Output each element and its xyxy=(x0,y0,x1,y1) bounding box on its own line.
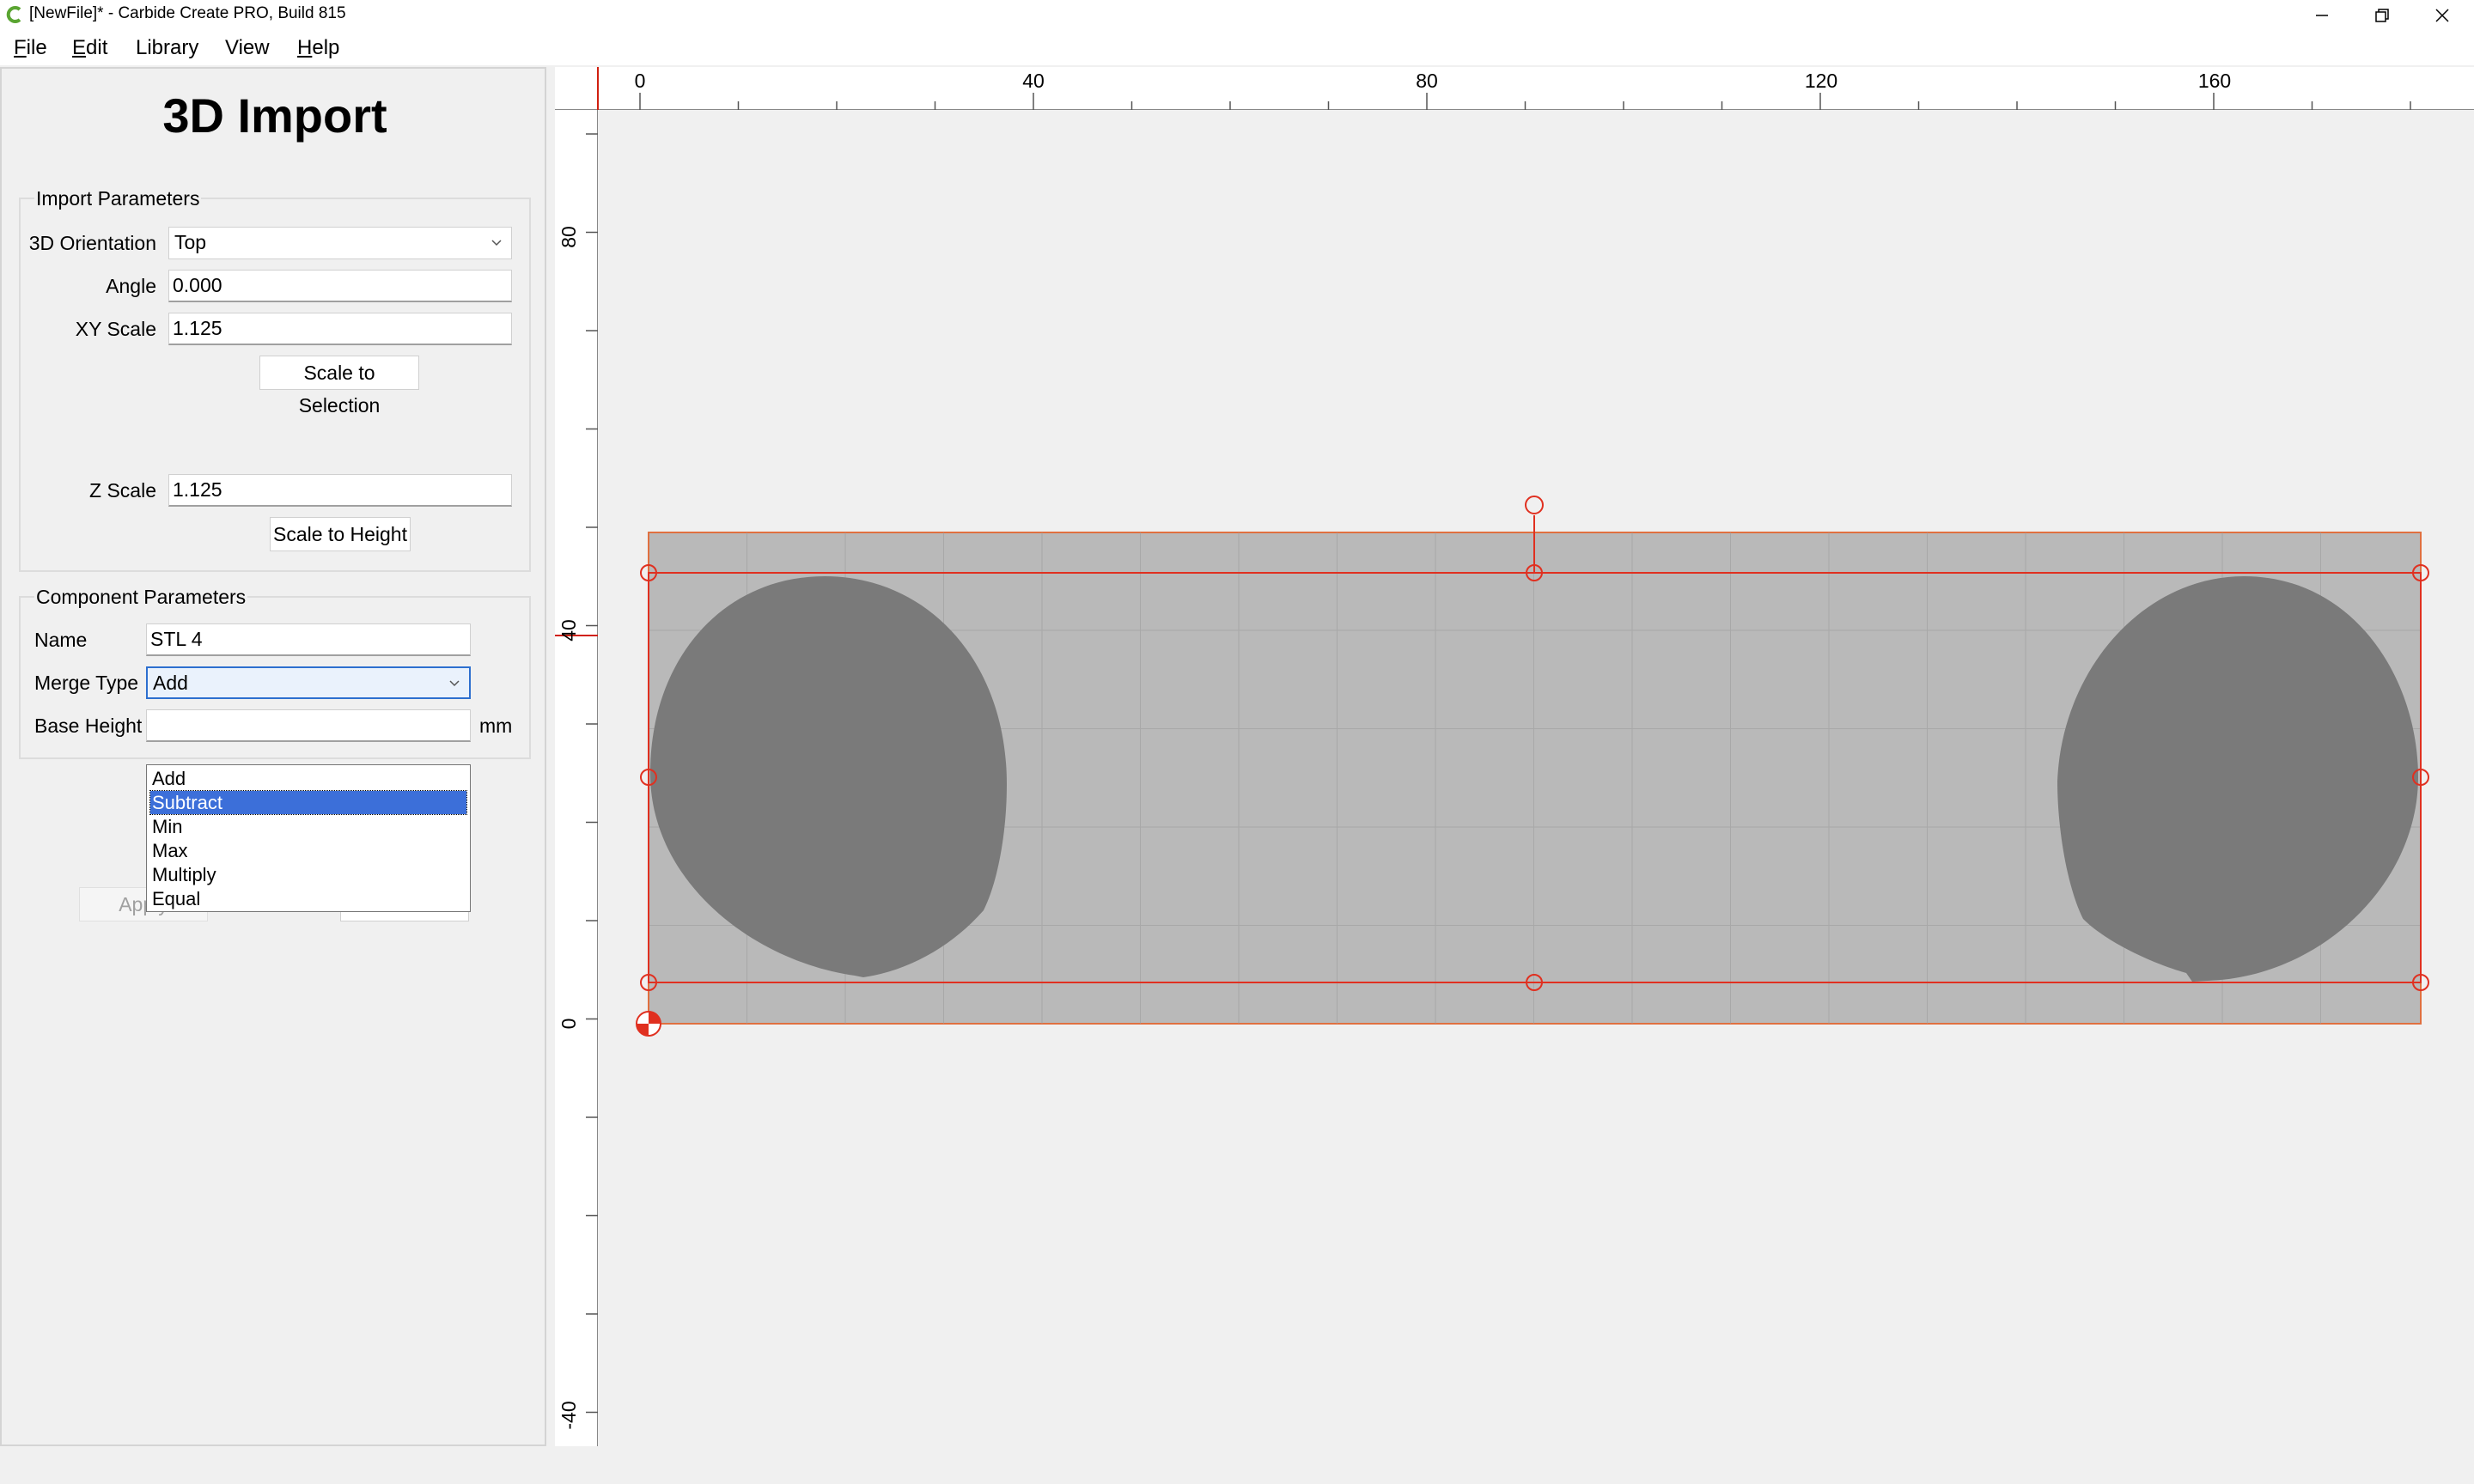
left-tick-label-80: 80 xyxy=(558,226,580,248)
merge-option-subtract[interactable]: Subtract xyxy=(149,790,467,815)
restore-button[interactable] xyxy=(2352,0,2412,31)
left-tick-label-40: 40 xyxy=(558,619,580,642)
orientation-select[interactable]: Top xyxy=(168,227,512,259)
merge-type-select[interactable]: Add xyxy=(146,666,471,699)
merge-option-multiply[interactable]: Multiply xyxy=(150,863,466,886)
merge-type-value: Add xyxy=(153,672,188,694)
left-ruler-ticks: 80 40 0 -40 xyxy=(555,133,598,1430)
design-canvas[interactable] xyxy=(599,110,2474,1446)
merge-option-equal[interactable]: Equal xyxy=(150,887,466,910)
top-tick-label-80: 80 xyxy=(1416,70,1438,92)
top-ruler: 0 40 80 120 160 xyxy=(555,67,2474,110)
base-height-unit: mm xyxy=(479,715,513,737)
panel-title: 3D Import xyxy=(162,88,387,143)
restore-icon xyxy=(2375,9,2389,22)
app-logo-icon xyxy=(6,6,21,23)
left-ruler: 80 40 0 -40 xyxy=(555,110,598,1446)
menu-edit[interactable]: Edit xyxy=(72,36,107,60)
origin-icon xyxy=(636,1011,661,1037)
xy-scale-input[interactable]: 1.125 xyxy=(168,313,512,345)
merge-option-add[interactable]: Add xyxy=(150,767,466,790)
menu-bar: File Edit Library View Help xyxy=(0,31,2474,65)
window-title: [NewFile]* - Carbide Create PRO, Build 8… xyxy=(29,4,346,22)
z-scale-input[interactable]: 1.125 xyxy=(168,474,512,507)
top-tick-label-40: 40 xyxy=(1022,70,1045,92)
import-parameters-label: Import Parameters xyxy=(34,187,202,210)
base-height-input[interactable] xyxy=(146,709,471,742)
chevron-down-icon xyxy=(491,240,502,246)
top-tick-label-0: 0 xyxy=(635,70,646,92)
merge-type-label: Merge Type xyxy=(34,672,139,694)
title-bar: [NewFile]* - Carbide Create PRO, Build 8… xyxy=(0,0,2474,31)
orientation-value: Top xyxy=(174,231,207,253)
z-scale-label: Z Scale xyxy=(89,479,156,502)
close-button[interactable] xyxy=(2412,0,2472,31)
merge-option-min[interactable]: Min xyxy=(150,815,466,838)
canvas-drawing xyxy=(636,496,2429,1037)
minimize-button[interactable] xyxy=(2292,0,2352,31)
chevron-down-icon xyxy=(449,680,460,687)
top-tick-label-120: 120 xyxy=(1805,70,1837,92)
rotate-handle[interactable] xyxy=(1525,496,1544,514)
merge-type-dropdown: Add Subtract Min Max Multiply Equal xyxy=(146,764,471,912)
menu-help[interactable]: Help xyxy=(297,36,339,60)
angle-label: Angle xyxy=(106,275,156,297)
orientation-label: 3D Orientation xyxy=(28,232,156,254)
base-height-label: Base Height xyxy=(34,715,143,737)
scale-to-selection-button[interactable]: Scale to Selection xyxy=(259,356,419,417)
import-panel: 3D Import Import Parameters 3D Orientati… xyxy=(0,67,546,1446)
menu-file[interactable]: File xyxy=(14,36,47,60)
top-tick-label-160: 160 xyxy=(2198,70,2231,92)
top-ruler-ticks: 0 40 80 120 160 xyxy=(597,67,2411,110)
close-icon xyxy=(2435,9,2449,22)
name-label: Name xyxy=(34,629,88,651)
menu-view[interactable]: View xyxy=(225,36,270,60)
menu-library[interactable]: Library xyxy=(136,36,198,60)
angle-input[interactable]: 0.000 xyxy=(168,270,512,302)
minimize-icon xyxy=(2316,15,2328,16)
name-input[interactable]: STL 4 xyxy=(146,623,471,656)
left-tick-label-neg40: -40 xyxy=(558,1401,580,1429)
component-parameters-label: Component Parameters xyxy=(34,586,248,609)
xy-scale-label: XY Scale xyxy=(75,318,156,340)
merge-option-max[interactable]: Max xyxy=(150,839,466,862)
left-tick-label-0: 0 xyxy=(558,1019,580,1030)
scale-to-height-button[interactable]: Scale to Height xyxy=(270,517,411,551)
